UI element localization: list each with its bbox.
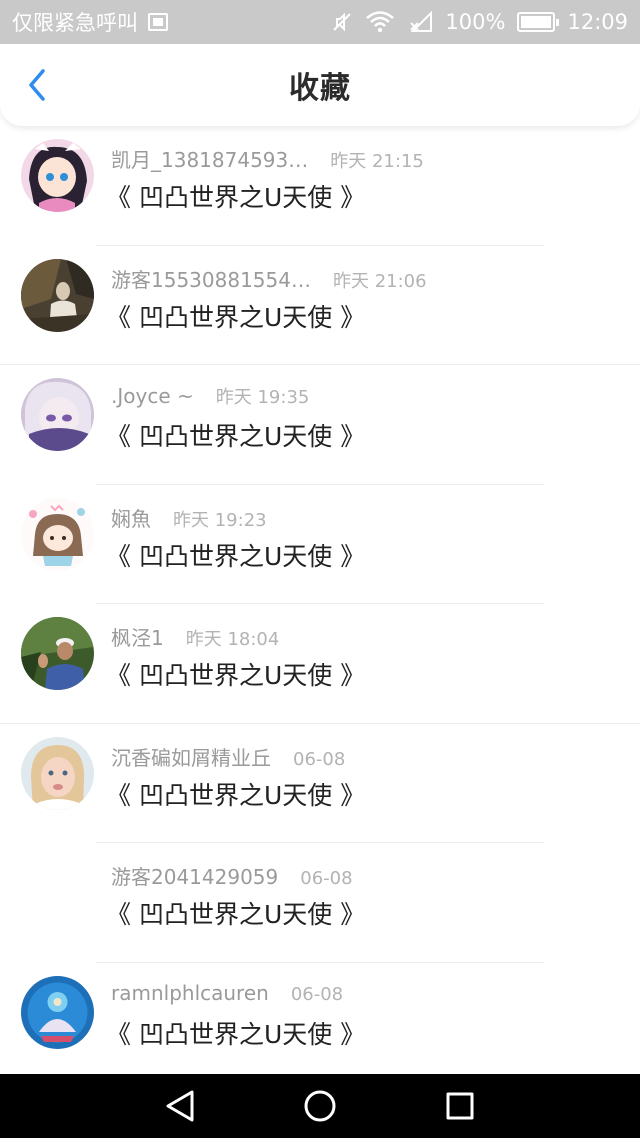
timestamp: 06-08 [293,748,346,770]
list-item[interactable]: 枫泾1 昨天 18:04 《 凹凸世界之U天使 》 [0,604,640,724]
mute-icon [333,12,352,32]
avatar[interactable] [21,975,94,1049]
avatar[interactable] [21,139,94,212]
back-button[interactable] [20,68,54,102]
clock: 12:09 [567,10,628,34]
list-item[interactable]: .Joyce ~ 昨天 19:35 《 凹凸世界之U天使 》 [0,365,640,485]
timestamp: 昨天 18:04 [185,629,280,650]
timestamp: 昨天 21:15 [330,151,424,172]
story-title[interactable]: 《 凹凸世界之U天使 》 [106,417,365,453]
list-item[interactable]: 沉香碥如屑精业丘 06-08 《 凹凸世界之U天使 》 [0,724,640,843]
child-photo-avatar-icon [21,736,94,810]
list-item[interactable]: ramnlphlcauren 06-08 《 凹凸世界之U天使 》 [0,963,640,1075]
story-title[interactable]: 《 凹凸世界之U天使 》 [106,776,365,812]
carrier-text: 仅限紧急呼叫 [12,11,138,35]
username: 游客15530881554… [111,267,311,292]
timestamp: 06-08 [290,983,344,1005]
system-nav-bar [0,1074,640,1138]
username: ramnlphlcauren [111,980,269,1005]
back-nav-button[interactable] [155,1081,205,1131]
username: 娴魚 [111,506,151,531]
story-title[interactable]: 《 凹凸世界之U天使 》 [106,537,365,573]
photo-avatar-icon [21,258,94,332]
avatar[interactable] [21,497,94,571]
anime-avatar-icon [21,378,94,451]
avatar[interactable] [21,617,94,690]
recents-nav-button[interactable] [435,1081,485,1131]
page-title: 收藏 [289,71,351,106]
timestamp: 昨天 19:35 [215,387,310,408]
username: 枫泾1 [111,626,164,650]
home-nav-button[interactable] [295,1081,345,1131]
list-item[interactable]: 游客15530881554… 昨天 21:06 《 凹凸世界之U天使 》 [0,246,640,365]
username: 游客2041429059 [111,865,279,889]
timestamp: 昨天 21:06 [332,270,427,292]
battery-percent: 100% [445,10,506,34]
avatar[interactable] [21,736,94,810]
deity-avatar-icon [21,975,94,1049]
man-photo-avatar-icon [21,617,94,690]
back-triangle-icon [166,1090,194,1122]
battery-icon [517,12,560,32]
sim-icon [148,13,168,31]
recents-square-icon [446,1092,474,1120]
story-title[interactable]: 《 凹凸世界之U天使 》 [106,895,365,931]
username: 凯月_1381874593… [111,148,309,172]
timestamp: 昨天 19:23 [173,509,267,531]
anime-girl-avatar-icon [21,139,94,212]
story-title[interactable]: 《 凹凸世界之U天使 》 [106,178,365,214]
avatar[interactable] [21,378,94,451]
username: 沉香碥如屑精业丘 [111,745,271,770]
favorites-list: 凯月_1381874593… 昨天 21:15 《 凹凸世界之U天使 》 游客1… [0,126,640,1074]
chevron-left-icon [29,69,45,101]
username: .Joyce ~ [111,384,194,408]
list-item[interactable]: 凯月_1381874593… 昨天 21:15 《 凹凸世界之U天使 》 [0,126,640,246]
home-circle-icon [304,1090,336,1122]
cartoon-avatar-icon [21,497,94,571]
status-bar: 仅限紧急呼叫 100% 12:09 [0,0,640,44]
list-item[interactable]: 游客2041429059 06-08 《 凹凸世界之U天使 》 [0,843,640,963]
wifi-icon [366,11,395,33]
nav-header: 收藏 [0,44,640,126]
story-title[interactable]: 《 凹凸世界之U天使 》 [106,656,365,692]
timestamp: 06-08 [300,868,353,889]
story-title[interactable]: 《 凹凸世界之U天使 》 [106,298,365,334]
no-signal-icon [410,11,433,32]
list-item[interactable]: 娴魚 昨天 19:23 《 凹凸世界之U天使 》 [0,485,640,604]
story-title[interactable]: 《 凹凸世界之U天使 》 [106,1015,365,1051]
avatar[interactable] [21,258,94,332]
